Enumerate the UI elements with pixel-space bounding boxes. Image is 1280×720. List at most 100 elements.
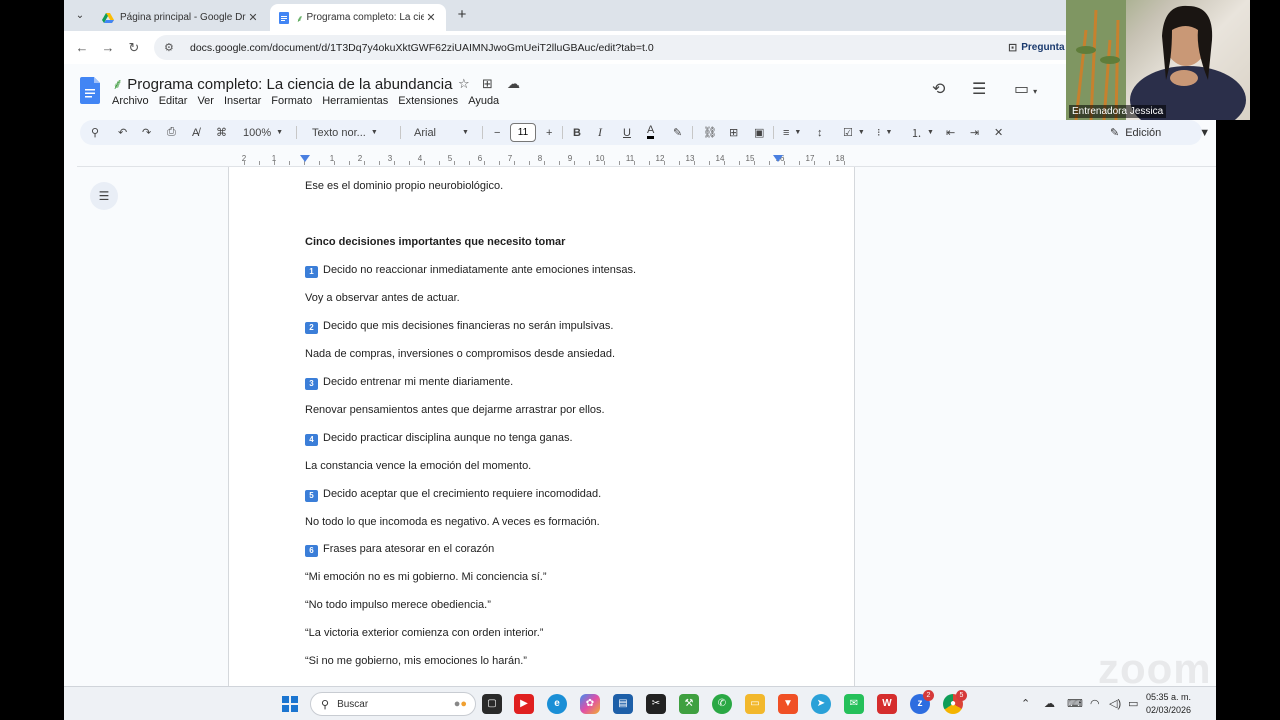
- edge-icon[interactable]: e: [547, 694, 567, 714]
- copilot-icon[interactable]: ✿: [580, 694, 600, 714]
- underline-icon[interactable]: U: [623, 123, 631, 142]
- taskbar-search[interactable]: ⚲ Buscar ●●: [310, 692, 476, 716]
- zoom-video-tile[interactable]: Entrenadora Jessica: [1066, 0, 1250, 120]
- star-icon[interactable]: ☆: [458, 76, 470, 92]
- print-icon[interactable]: ⎙: [167, 123, 176, 142]
- left-indent-marker[interactable]: [300, 155, 310, 162]
- search-menus-icon[interactable]: ⚲: [91, 123, 99, 142]
- decrease-indent-icon[interactable]: ⇤: [946, 123, 955, 142]
- menu-insertar[interactable]: Insertar: [224, 95, 261, 107]
- checklist-icon[interactable]: ☑ ▼: [843, 123, 865, 142]
- increase-font-icon[interactable]: +: [546, 123, 552, 142]
- zoom-icon[interactable]: z2: [910, 690, 934, 714]
- italic-icon[interactable]: I: [598, 123, 602, 142]
- editing-mode-select[interactable]: ✎ Edición ▼: [1110, 123, 1210, 142]
- close-tab-icon[interactable]: ✕: [246, 11, 260, 24]
- app-icon[interactable]: ⚒: [679, 694, 699, 714]
- onedrive-icon[interactable]: ☁: [1044, 697, 1055, 710]
- paint-format-icon[interactable]: ⌘: [216, 123, 227, 142]
- paragraph-line[interactable]: Ese es el dominio propio neurobiológico.: [305, 180, 503, 192]
- ask-button[interactable]: ⊡ Pregunta: [1008, 41, 1065, 54]
- highlight-icon[interactable]: ✎: [673, 123, 682, 142]
- bulleted-list-icon[interactable]: ⁝ ▼: [877, 123, 892, 142]
- document-title[interactable]: ⸙ Programa completo: La ciencia de la abu…: [112, 74, 452, 94]
- add-comment-icon[interactable]: ⊞: [729, 123, 738, 142]
- paragraph-line[interactable]: “Mi emoción no es mi gobierno. Mi concie…: [305, 571, 546, 583]
- clock[interactable]: 05:35 a. m. 02/03/2026: [1146, 691, 1191, 717]
- battery-icon[interactable]: ▭: [1128, 697, 1138, 710]
- windows-start-icon[interactable]: [282, 696, 298, 712]
- site-info-icon[interactable]: ⚙: [164, 41, 178, 54]
- menu-archivo[interactable]: Archivo: [112, 95, 149, 107]
- document-page[interactable]: Ese es el dominio propio neurobiológico.…: [228, 167, 855, 686]
- spellcheck-icon[interactable]: A̸: [192, 123, 199, 142]
- font-size-input[interactable]: 11: [510, 123, 536, 142]
- volume-icon[interactable]: ◁): [1109, 697, 1121, 710]
- zoom-select[interactable]: 100% ▼: [243, 123, 283, 142]
- menu-extensiones[interactable]: Extensiones: [398, 95, 458, 107]
- menu-ver[interactable]: Ver: [197, 95, 214, 107]
- move-folder-icon[interactable]: ⊞: [482, 76, 493, 92]
- paragraph-line[interactable]: “No todo impulso merece obediencia.”: [305, 599, 491, 611]
- text-color-icon[interactable]: A: [647, 123, 655, 139]
- menu-editar[interactable]: Editar: [159, 95, 188, 107]
- history-icon[interactable]: ⟲: [932, 79, 945, 99]
- align-icon[interactable]: ≡ ▼: [783, 123, 801, 142]
- outline-icon[interactable]: ☰: [90, 182, 118, 210]
- brave-icon[interactable]: ▼: [778, 694, 798, 714]
- font-select[interactable]: Arial ▼: [414, 123, 469, 142]
- tab-google-drive[interactable]: Página principal - Google Drive ✕: [94, 4, 268, 31]
- whatsapp-icon[interactable]: ✉: [844, 694, 864, 714]
- capcut-icon[interactable]: ✂: [646, 694, 666, 714]
- undo-icon[interactable]: ↶: [118, 123, 127, 142]
- file-explorer-icon[interactable]: ▭: [745, 694, 765, 714]
- paragraph-line[interactable]: 6 Frases para atesorar en el corazón: [305, 543, 494, 557]
- bold-icon[interactable]: B: [573, 123, 581, 142]
- back-icon[interactable]: ←: [72, 38, 92, 58]
- wifi-icon[interactable]: ◠: [1090, 697, 1100, 710]
- wps-icon[interactable]: W: [877, 694, 897, 714]
- chrome-icon[interactable]: ● 5: [943, 690, 967, 714]
- forward-icon[interactable]: →: [98, 38, 118, 58]
- close-tab-icon[interactable]: ✕: [424, 11, 438, 24]
- new-tab-icon[interactable]: +: [452, 6, 472, 26]
- right-indent-marker[interactable]: [773, 155, 783, 162]
- address-bar[interactable]: ⚙ docs.google.com/document/d/1T3Dq7y4oku…: [154, 35, 1154, 60]
- paragraph-line[interactable]: 4 Decido practicar disciplina aunque no t…: [305, 432, 573, 446]
- language-icon[interactable]: ⌨: [1067, 697, 1083, 710]
- paragraph-line[interactable]: 5 Decido aceptar que el crecimiento requi…: [305, 488, 601, 502]
- paragraph-line[interactable]: 1 Decido no reaccionar inmediatamente ant…: [305, 264, 636, 278]
- line-spacing-icon[interactable]: ↕: [817, 123, 823, 142]
- redo-icon[interactable]: ↷: [142, 123, 151, 142]
- style-select[interactable]: Texto nor... ▼: [312, 123, 378, 142]
- reload-icon[interactable]: ↻: [124, 38, 144, 58]
- paragraph-line[interactable]: Nada de compras, inversiones o compromis…: [305, 348, 615, 360]
- task-view-icon[interactable]: ▢: [482, 694, 502, 714]
- paragraph-line[interactable]: Renovar pensamientos antes que dejarme a…: [305, 404, 605, 416]
- telegram-icon[interactable]: ➤: [811, 694, 831, 714]
- paragraph-line[interactable]: Voy a observar antes de actuar.: [305, 292, 460, 304]
- tab-search-icon[interactable]: ⌄: [70, 6, 90, 26]
- decrease-font-icon[interactable]: −: [494, 123, 500, 142]
- insert-image-icon[interactable]: ▣: [754, 123, 764, 142]
- paragraph-line[interactable]: La constancia vence la emoción del momen…: [305, 460, 531, 472]
- phone-link-icon[interactable]: ✆: [712, 694, 732, 714]
- menu-herramientas[interactable]: Herramientas: [322, 95, 388, 107]
- comments-icon[interactable]: ☰: [972, 79, 986, 99]
- numbered-list-icon[interactable]: ⒈ ▼: [911, 123, 934, 142]
- docs-logo-icon[interactable]: [80, 77, 100, 104]
- paragraph-line[interactable]: 3 Decido entrenar mi mente diariamente.: [305, 376, 513, 390]
- show-hidden-icons[interactable]: ⌃: [1021, 697, 1030, 710]
- paragraph-line[interactable]: 2 Decido que mis decisiones financieras n…: [305, 320, 613, 334]
- tab-document[interactable]: ⸙ Programa completo: La cien ✕: [270, 4, 446, 31]
- youtube-icon[interactable]: ▶: [514, 694, 534, 714]
- clear-formatting-icon[interactable]: ✕: [994, 123, 1003, 142]
- paragraph-line[interactable]: “La victoria exterior comienza con orden…: [305, 627, 543, 639]
- store-icon[interactable]: ▤: [613, 694, 633, 714]
- meet-icon[interactable]: ▭ ▾: [1014, 79, 1037, 99]
- increase-indent-icon[interactable]: ⇥: [970, 123, 979, 142]
- menu-formato[interactable]: Formato: [271, 95, 312, 107]
- link-icon[interactable]: ⛓: [703, 123, 717, 142]
- paragraph-line[interactable]: No todo lo que incomoda es negativo. A v…: [305, 516, 600, 528]
- cloud-saved-icon[interactable]: ☁: [507, 76, 520, 92]
